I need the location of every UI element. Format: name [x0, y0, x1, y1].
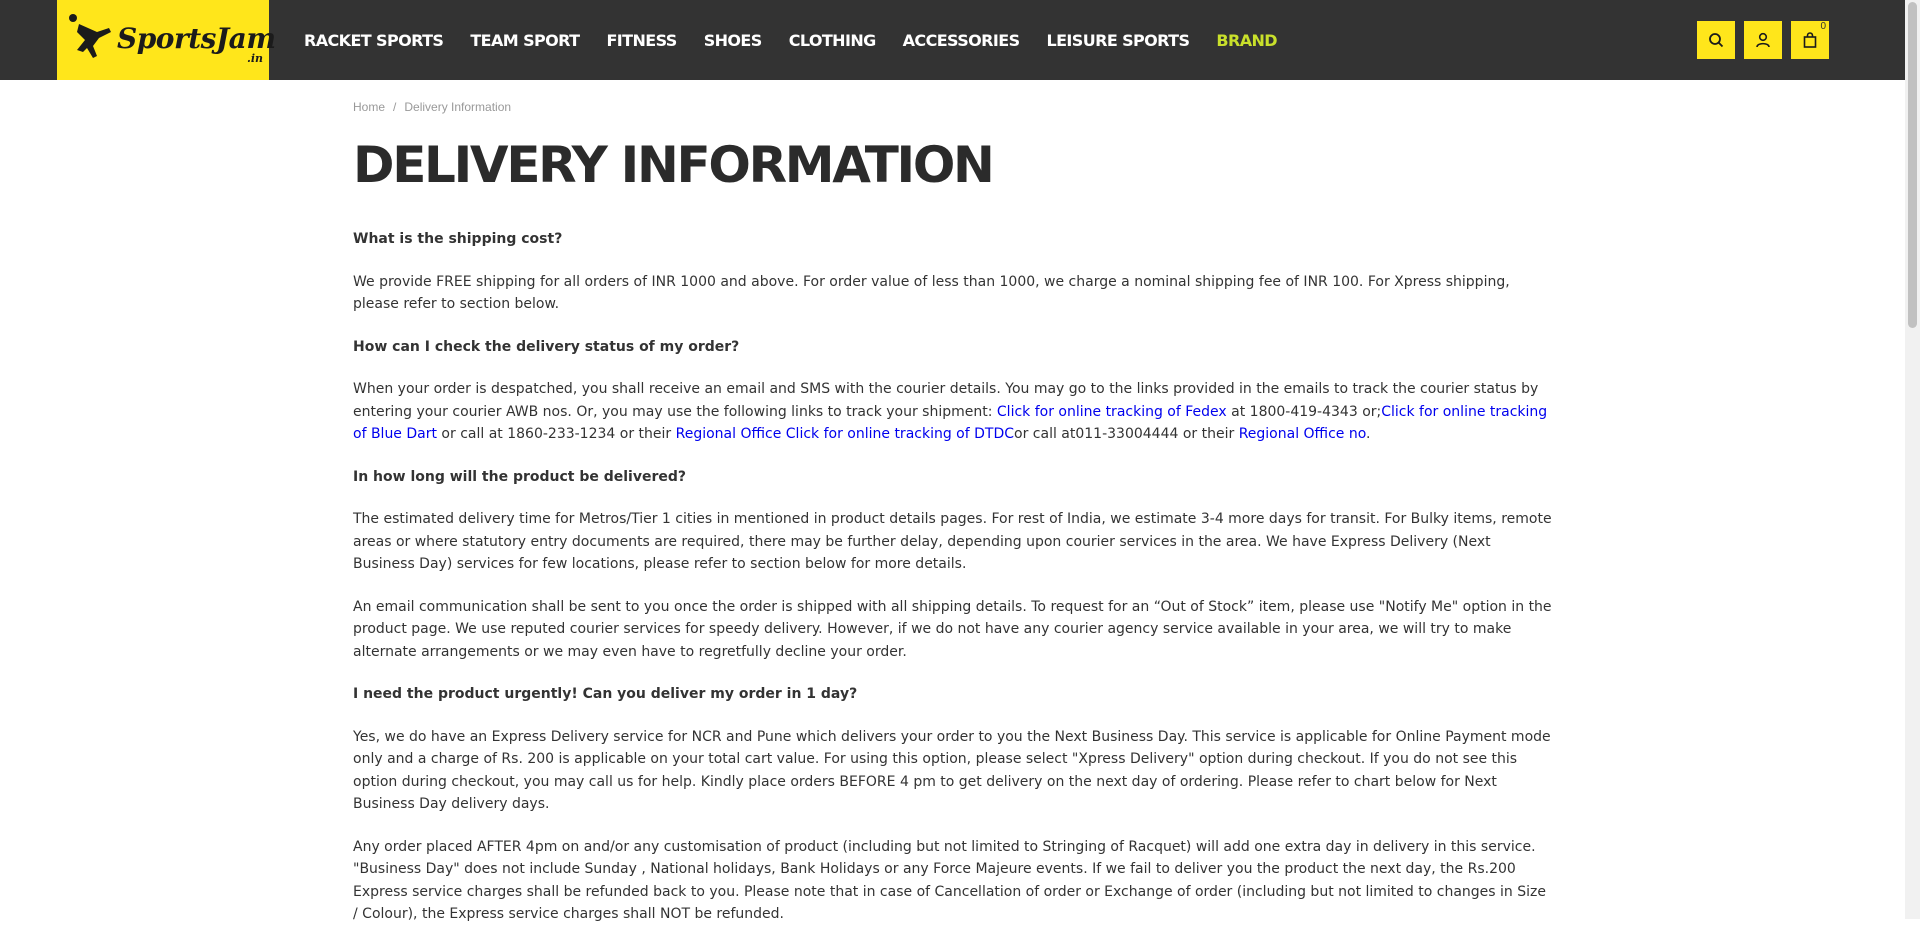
nav-accessories[interactable]: ACCESSORIES [903, 31, 1020, 50]
answer-text: or call at 1860-233-1234 or their [436, 426, 676, 442]
answer-out-of-stock: An email communication shall be sent to … [353, 598, 1552, 660]
search-icon [1709, 33, 1724, 48]
nav-leisure-sports[interactable]: LEISURE SPORTS [1047, 31, 1191, 50]
answer-express-terms: Any order placed AFTER 4pm on and/or any… [353, 838, 1546, 923]
page-scrollbar[interactable] [1905, 0, 1920, 919]
question-shipping-cost: What is the shipping cost? [353, 231, 563, 247]
nav-clothing[interactable]: CLOTHING [789, 31, 877, 50]
cart-count-badge: 0 [1820, 21, 1826, 32]
logo-text: SportsJam [117, 22, 276, 55]
player-logo-icon [69, 14, 111, 58]
nav-team-sport[interactable]: TEAM SPORT [470, 31, 580, 50]
breadcrumb: Home / Delivery Information [353, 100, 1553, 114]
user-icon [1756, 32, 1770, 48]
account-button[interactable] [1744, 21, 1782, 59]
site-header: SportsJam .in RACKET SPORTS TEAM SPORT F… [0, 0, 1905, 80]
scrollbar-thumb[interactable] [1908, 2, 1917, 328]
breadcrumb-separator: / [393, 100, 397, 114]
nav-fitness[interactable]: FITNESS [606, 31, 677, 50]
cart-button[interactable]: 0 [1791, 21, 1829, 59]
answer-text: . [1366, 426, 1371, 442]
dtdc-regional-office-link[interactable]: Regional Office no [1239, 426, 1366, 442]
dtdc-tracking-link[interactable]: Click for online tracking of DTDC [786, 426, 1014, 442]
answer-text: or call at011-33004444 or their [1014, 426, 1239, 442]
bluedart-regional-office-link[interactable]: Regional Office [676, 426, 782, 442]
answer-express-delivery: Yes, we do have an Express Delivery serv… [353, 728, 1551, 813]
answer-shipping-cost: We provide FREE shipping for all orders … [353, 273, 1510, 313]
delivery-info-body: What is the shipping cost? We provide FR… [353, 228, 1553, 926]
nav-racket-sports[interactable]: RACKET SPORTS [304, 31, 444, 50]
page-title: DELIVERY INFORMATION [353, 136, 995, 194]
logo-tld: .in [247, 52, 264, 65]
nav-brand[interactable]: BRAND [1216, 31, 1277, 50]
answer-delivery-status: When your order is despatched, you shall… [353, 378, 1553, 446]
question-delivery-time: In how long will the product be delivere… [353, 468, 687, 485]
breadcrumb-home[interactable]: Home [353, 100, 385, 114]
question-urgent-delivery: I need the product urgently! Can you del… [353, 686, 858, 702]
answer-text: at 1800-419-4343 or; [1226, 403, 1382, 420]
header-actions: 0 [1697, 21, 1829, 59]
shopping-bag-icon [1803, 32, 1817, 48]
main-nav: RACKET SPORTS TEAM SPORT FITNESS SHOES C… [304, 0, 1304, 80]
fedex-tracking-link[interactable]: Click for online tracking of Fedex [997, 404, 1227, 420]
site-logo[interactable]: SportsJam .in [57, 0, 276, 80]
breadcrumb-current: Delivery Information [404, 100, 512, 114]
question-delivery-status: How can I check the delivery status of m… [353, 338, 740, 355]
search-button[interactable] [1697, 21, 1735, 59]
answer-delivery-time: The estimated delivery time for Metros/T… [353, 511, 1552, 572]
main-content: Home / Delivery Information DELIVERY INFOR… [353, 100, 1553, 946]
nav-shoes[interactable]: SHOES [704, 31, 763, 50]
